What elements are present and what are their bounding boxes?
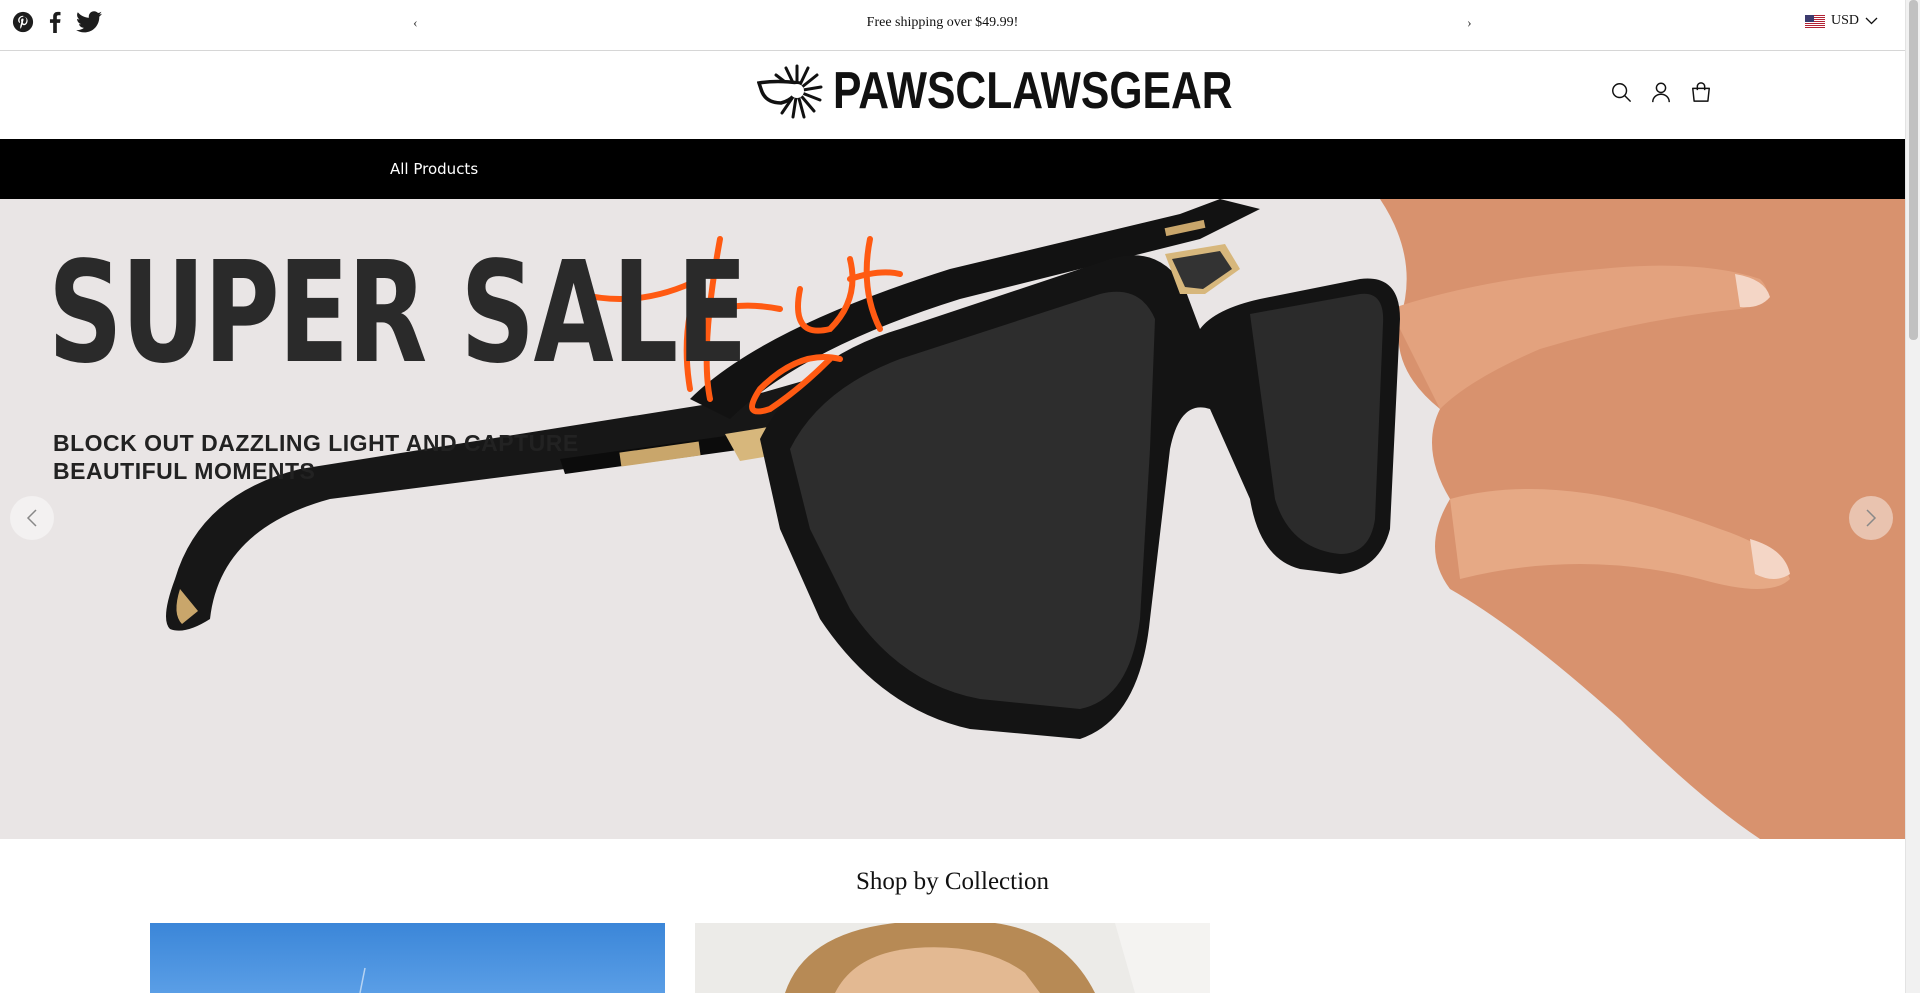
slide-next-button[interactable]: [1849, 496, 1893, 540]
logo[interactable]: PAWSCLAWSGEAR: [757, 63, 1320, 119]
nav-item-all-products[interactable]: All Products: [390, 160, 478, 178]
announcement-next-button[interactable]: ›: [1467, 16, 1472, 32]
chevron-down-icon: [1865, 17, 1878, 25]
announcement-text: Free shipping over $49.99!: [866, 15, 1019, 30]
header-actions: [1610, 81, 1712, 103]
collection-image: [359, 967, 366, 993]
us-flag-icon: [1805, 14, 1825, 28]
hero-subtitle-line-2: BEAUTIFUL MOMENTS: [53, 458, 316, 484]
hero-title: SUPER SALE: [48, 232, 748, 395]
scrollbar-thumb[interactable]: [1909, 0, 1918, 340]
announcement-bar: ‹ Free shipping over $49.99! › USD: [0, 0, 1905, 51]
chevron-left-icon: [26, 509, 37, 527]
collection-card[interactable]: [695, 923, 1210, 993]
main-nav: All Products: [0, 139, 1905, 199]
currency-selector[interactable]: USD: [1805, 13, 1878, 29]
hero-subtitle: BLOCK OUT DAZZLING LIGHT AND CAPTURE BEA…: [53, 429, 613, 485]
page: ‹ Free shipping over $49.99! › USD PAWSC…: [0, 0, 1905, 993]
cart-icon[interactable]: [1690, 81, 1712, 103]
hero-subtitle-line-1: BLOCK OUT DAZZLING LIGHT AND CAPTURE: [53, 430, 579, 456]
search-icon[interactable]: [1610, 81, 1632, 103]
collection-image: [785, 923, 1210, 993]
hero-slideshow: SUPER SALE BLOCK OUT DAZZLING LIGHT AND …: [0, 199, 1905, 839]
collection-card[interactable]: [150, 923, 665, 993]
currency-label: USD: [1831, 13, 1860, 28]
account-icon[interactable]: [1650, 81, 1672, 103]
scrollbar[interactable]: [1905, 0, 1920, 993]
chevron-right-icon: [1866, 509, 1877, 527]
site-header: PAWSCLAWSGEAR: [0, 51, 1905, 139]
slide-prev-button[interactable]: [10, 496, 54, 540]
logo-text: PAWSCLAWSGEAR: [833, 62, 1233, 120]
collections-title: Shop by Collection: [855, 868, 1050, 895]
sunglasses-logo-icon: [757, 64, 823, 119]
